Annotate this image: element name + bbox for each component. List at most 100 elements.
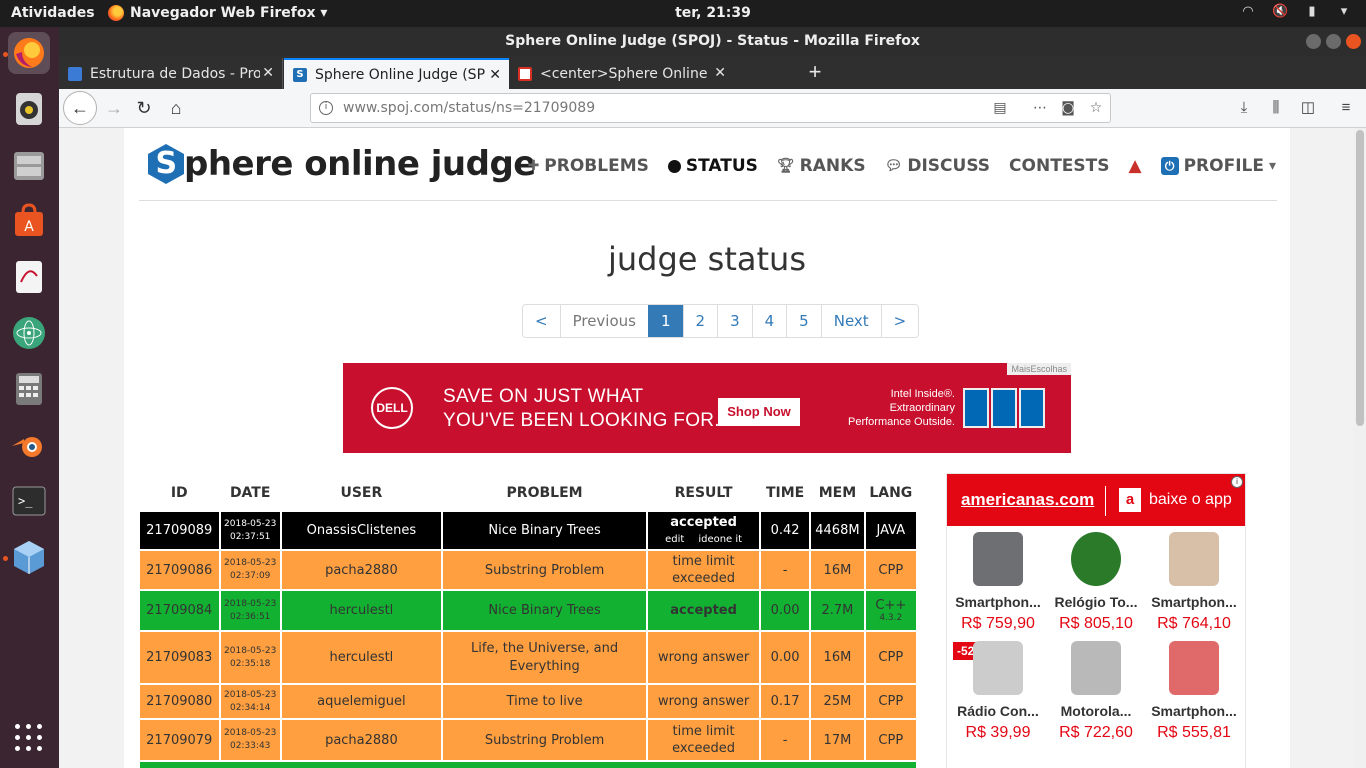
page-1[interactable]: 1: [647, 305, 683, 337]
ad-info-icon[interactable]: i: [1231, 476, 1243, 488]
page-4[interactable]: 4: [751, 305, 787, 337]
ad-tag[interactable]: MaisEscolhas: [1007, 363, 1071, 375]
rc-car-image: [973, 641, 1023, 695]
spoj-favicon: S: [293, 67, 307, 82]
ad-product[interactable]: Smartphon... R$ 555,81: [1145, 641, 1243, 742]
cell-user[interactable]: herculestl: [281, 632, 441, 683]
page-2[interactable]: 2: [682, 305, 718, 337]
cell-user[interactable]: pacha2880: [281, 551, 441, 589]
product-price: R$ 555,81: [1157, 724, 1231, 741]
back-button[interactable]: ←: [63, 91, 97, 125]
cell-user[interactable]: aquelemiguel: [281, 685, 441, 718]
cell-time: 0.00: [760, 632, 810, 683]
shop-now-button[interactable]: Shop Now: [718, 398, 800, 426]
nav-profile[interactable]: ⏻ PROFILE ▾: [1160, 156, 1276, 176]
cell-id: 21709079: [140, 720, 219, 760]
minimize-button[interactable]: [1306, 34, 1321, 49]
hamburger-menu-icon[interactable]: ≡: [1336, 98, 1356, 118]
page-next[interactable]: Next: [820, 305, 881, 337]
dock-terminal[interactable]: >_: [8, 480, 50, 522]
ad-product[interactable]: Relógio To... R$ 805,10: [1047, 532, 1145, 633]
nav-warning[interactable]: ▲: [1129, 156, 1142, 176]
library-icon[interactable]: ⫼: [1266, 98, 1286, 118]
close-tab-icon[interactable]: ✕: [714, 65, 726, 81]
americanas-ad[interactable]: americanas.com a baixe o app i Smartphon…: [946, 473, 1246, 768]
nav-status[interactable]: STATUS: [667, 156, 758, 176]
dock-calculator[interactable]: [8, 368, 50, 410]
bookmark-star-icon[interactable]: ☆: [1087, 99, 1105, 117]
forward-button[interactable]: →: [99, 93, 129, 123]
home-button[interactable]: ⌂: [161, 93, 191, 123]
cell-problem[interactable]: Nice Binary Trees: [442, 591, 647, 630]
ad-product[interactable]: Rádio Con... R$ 39,99: [949, 641, 1047, 742]
downloads-icon[interactable]: ⤓: [1234, 98, 1254, 118]
system-tray[interactable]: ◠ 🔇 ▮ ▾: [1240, 4, 1352, 20]
maximize-button[interactable]: [1326, 34, 1341, 49]
edit-link[interactable]: edit: [665, 531, 684, 548]
tab-title: Sphere Online Judge (SP: [315, 66, 485, 83]
cube-icon: [14, 541, 44, 574]
ad-product[interactable]: Motorola... R$ 722,60: [1047, 641, 1145, 742]
dock-firefox[interactable]: [8, 32, 50, 74]
dock-document-viewer[interactable]: [8, 256, 50, 298]
site-info-icon[interactable]: i: [319, 101, 333, 115]
show-applications-icon[interactable]: [15, 724, 43, 752]
page-first[interactable]: <: [523, 305, 560, 337]
page-viewport: S phere online judge ✚ PROBLEMS STATUS 🏆…: [59, 128, 1354, 768]
cell-problem[interactable]: Life, the Universe, and Everything: [442, 632, 647, 683]
home-icon: ⌂: [170, 98, 182, 118]
dock-virtualbox[interactable]: [8, 536, 50, 578]
reload-button[interactable]: ↻: [129, 93, 159, 123]
dell-banner-ad[interactable]: DELL SAVE ON JUST WHAT YOU'VE BEEN LOOKI…: [343, 363, 1071, 453]
close-tab-icon[interactable]: ✕: [489, 67, 501, 83]
page-5[interactable]: 5: [786, 305, 821, 337]
cell-result: wrong answer: [648, 685, 759, 718]
terminal-icon: >_: [12, 486, 46, 516]
url-text[interactable]: www.spoj.com/status/ns=21709089: [343, 100, 595, 116]
result-links: edit ideone it: [648, 531, 759, 548]
spoj-logo[interactable]: S phere online judge: [148, 144, 536, 184]
cell-problem[interactable]: Time to live: [442, 685, 647, 718]
page-actions-icon[interactable]: ⋯: [1031, 99, 1049, 117]
dock-rhythmbox[interactable]: [8, 88, 50, 130]
page-scrollbar[interactable]: [1354, 128, 1366, 768]
intel-badge-icon: [963, 388, 989, 428]
close-window-button[interactable]: [1346, 34, 1361, 49]
url-bar[interactable]: i www.spoj.com/status/ns=21709089 ▤ ⋯ ◙ …: [310, 93, 1111, 123]
ideone-link[interactable]: ideone it: [698, 531, 742, 548]
page-last[interactable]: >: [880, 305, 919, 337]
date-time: 02:35:18: [229, 658, 271, 669]
table-row: [140, 762, 916, 768]
cell-user[interactable]: OnassisClistenes: [281, 512, 441, 549]
tab-favicon: [68, 66, 82, 81]
nav-ranks[interactable]: 🏆︎ RANKS: [777, 156, 866, 176]
cell-mem: 2.7M: [811, 591, 864, 630]
dock-software-center[interactable]: A: [8, 200, 50, 242]
nav-problems[interactable]: ✚ PROBLEMS: [528, 156, 649, 176]
tab-gmail[interactable]: <center>Sphere Online J ✕: [509, 58, 734, 89]
reader-view-icon[interactable]: ▤: [991, 99, 1009, 117]
pocket-icon[interactable]: ◙: [1059, 99, 1077, 117]
dock-blender[interactable]: [8, 424, 50, 466]
close-tab-icon[interactable]: ✕: [262, 65, 274, 81]
cell-user[interactable]: pacha2880: [281, 720, 441, 760]
nav-discuss[interactable]: 💬︎ DISCUSS: [885, 156, 990, 176]
clock[interactable]: ter, 21:39: [0, 5, 1366, 21]
dock-atom[interactable]: [8, 312, 50, 354]
cell-user[interactable]: herculestl: [281, 591, 441, 630]
ad-product[interactable]: Smartphon... R$ 764,10: [1145, 532, 1243, 633]
cell-problem[interactable]: Substring Problem: [442, 720, 647, 760]
cell-problem[interactable]: Substring Problem: [442, 551, 647, 589]
dock-files[interactable]: [8, 144, 50, 186]
tab-spoj-status[interactable]: S Sphere Online Judge (SP ✕: [284, 58, 509, 89]
col-id: ID: [170, 485, 188, 501]
new-tab-button[interactable]: +: [801, 58, 829, 88]
cell-problem[interactable]: Nice Binary Trees: [442, 512, 647, 549]
sidebar-icon[interactable]: ◫: [1298, 98, 1318, 118]
page-3[interactable]: 3: [717, 305, 752, 337]
nav-contests[interactable]: CONTESTS: [1009, 156, 1109, 176]
ad-product[interactable]: Smartphon... R$ 759,90: [949, 532, 1047, 633]
tab-estrutura[interactable]: Estrutura de Dados - Pro ✕: [59, 58, 283, 89]
scrollbar-thumb[interactable]: [1356, 130, 1364, 426]
page-previous[interactable]: Previous: [559, 305, 648, 337]
